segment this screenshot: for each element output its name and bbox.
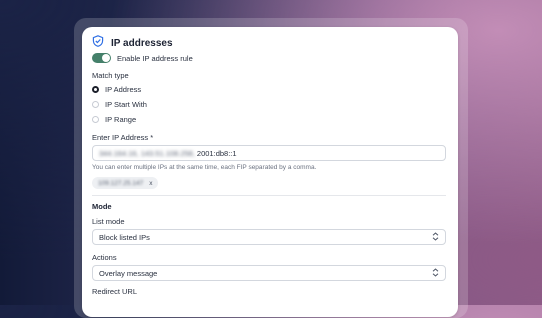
ip-input-label: Enter IP Address * (92, 133, 154, 142)
radio-button[interactable] (92, 116, 99, 123)
radio-label: IP Start With (105, 100, 147, 109)
radio-ip-range[interactable]: IP Range (92, 115, 136, 124)
list-mode-value: Block listed IPs (99, 232, 150, 242)
shield-check-icon (92, 34, 104, 52)
enable-rule-label: Enable IP address rule (117, 53, 193, 63)
radio-label: IP Address (105, 85, 142, 94)
actions-value: Overlay message (99, 268, 158, 278)
radio-ip-address[interactable]: IP Address (92, 85, 141, 94)
ip-address-input[interactable]: 344.164.16, 143.51.108.258, 2001:db8::1 (92, 145, 446, 161)
radio-label: IP Range (105, 115, 137, 124)
list-mode-select[interactable]: Block listed IPs (92, 229, 446, 245)
actions-select[interactable]: Overlay message (92, 265, 446, 281)
list-mode-label: List mode (92, 217, 125, 226)
match-type-label: Match type (92, 71, 129, 80)
radio-button[interactable] (92, 86, 99, 93)
chip-remove-icon[interactable]: x (149, 180, 152, 187)
mode-heading: Mode (92, 202, 112, 211)
radio-ip-start-with[interactable]: IP Start With (92, 100, 147, 109)
divider (92, 195, 446, 196)
actions-label: Actions (92, 253, 117, 262)
chevron-up-down-icon (432, 267, 439, 279)
ip-settings-card: IP addresses Enable IP address rule Matc… (82, 27, 458, 317)
section-header: IP addresses (92, 34, 173, 52)
section-title: IP addresses (111, 37, 173, 49)
chip-value: 109.127.25.147 (98, 179, 144, 187)
enable-rule-row: Enable IP address rule (92, 53, 193, 63)
radio-button[interactable] (92, 101, 99, 108)
ip-value-redacted: 344.164.16, 143.51.108.258, (99, 148, 195, 158)
ip-value: 2001:db8::1 (196, 148, 237, 158)
enable-rule-toggle[interactable] (92, 53, 111, 63)
ip-chip: 109.127.25.147 x (92, 177, 159, 189)
ip-input-help: You can enter multiple IPs at the same t… (92, 164, 317, 171)
redirect-url-label: Redirect URL (92, 287, 138, 296)
chevron-up-down-icon (432, 231, 439, 243)
